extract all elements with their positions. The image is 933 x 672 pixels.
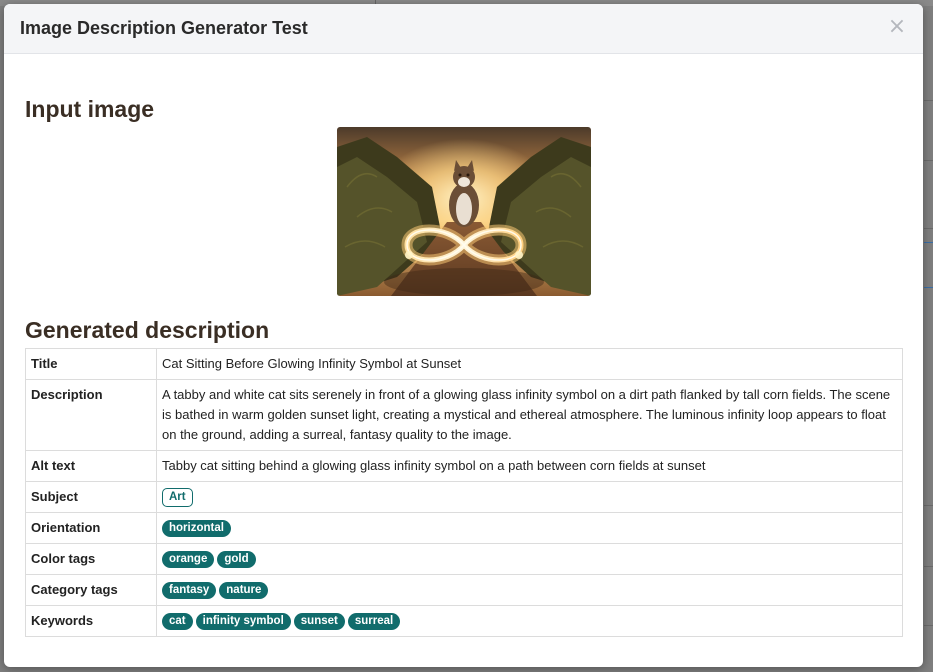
description-table: Title Cat Sitting Before Glowing Infinit…: [25, 348, 903, 638]
row-label-title: Title: [25, 348, 157, 380]
row-value-alt-text: Tabby cat sitting behind a glowing glass…: [156, 450, 903, 482]
background-edge: [924, 228, 933, 229]
keyword-tag: sunset: [293, 613, 345, 631]
cat-infinity-image: [337, 127, 591, 296]
row-label-subject: Subject: [25, 480, 157, 514]
row-value-keywords: cat infinity symbol sunset surreal: [156, 605, 903, 638]
category-tag: nature: [219, 582, 269, 600]
table-row: Subject Art: [25, 480, 903, 514]
subject-tag: Art: [162, 488, 193, 508]
background-edge: [924, 160, 933, 161]
close-button[interactable]: ×: [885, 14, 909, 40]
table-row: Alt text Tabby cat sitting behind a glow…: [25, 450, 903, 482]
table-row: Keywords cat infinity symbol sunset surreal: [25, 605, 903, 638]
row-value-color-tags: orange gold: [156, 543, 903, 576]
background-edge: [924, 242, 933, 243]
table-row: Color tags orange gold: [25, 543, 903, 576]
modal-header: Image Description Generator Test ×: [4, 4, 923, 54]
generated-description-heading: Generated description: [25, 317, 270, 343]
table-row: Orientation horizontal: [25, 512, 903, 545]
background-edge: [924, 287, 933, 288]
row-label-keywords: Keywords: [25, 605, 157, 638]
orientation-tag: horizontal: [162, 520, 231, 538]
row-value-orientation: horizontal: [156, 512, 903, 545]
input-image-preview: [337, 127, 591, 296]
keyword-tag: surreal: [347, 613, 401, 631]
row-value-category-tags: fantasy nature: [156, 574, 903, 607]
background-edge: [924, 505, 933, 506]
row-value-title: Cat Sitting Before Glowing Infinity Symb…: [156, 348, 903, 380]
table-row: Title Cat Sitting Before Glowing Infinit…: [25, 348, 903, 380]
background-edge: [924, 566, 933, 567]
row-label-category-tags: Category tags: [25, 574, 157, 607]
row-value-subject: Art: [156, 480, 903, 514]
row-value-description: A tabby and white cat sits serenely in f…: [156, 379, 903, 451]
image-description-modal: Image Description Generator Test × Input…: [4, 4, 923, 667]
color-tag: gold: [217, 551, 256, 569]
row-label-description: Description: [25, 379, 157, 451]
row-label-color-tags: Color tags: [25, 543, 157, 576]
keyword-tag: infinity symbol: [195, 613, 291, 631]
keyword-tag: cat: [162, 613, 193, 631]
row-label-alt-text: Alt text: [25, 450, 157, 482]
input-image-heading: Input image: [25, 96, 155, 122]
table-row: Category tags fantasy nature: [25, 574, 903, 607]
row-label-orientation: Orientation: [25, 512, 157, 545]
category-tag: fantasy: [162, 582, 217, 600]
background-edge: [924, 625, 933, 626]
background-edge: [924, 100, 933, 101]
color-tag: orange: [162, 551, 215, 569]
table-row: Description A tabby and white cat sits s…: [25, 379, 903, 451]
modal-title: Image Description Generator Test: [20, 18, 308, 38]
